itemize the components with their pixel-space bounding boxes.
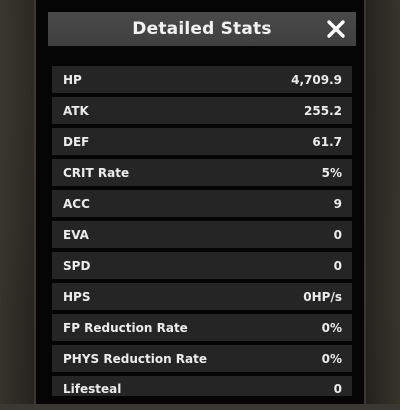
stats-list[interactable]: HP 4,709.9 ATK 255.2 DEF 61.7 CRIT Rate … [52, 66, 352, 400]
stat-value: 0HP/s [303, 289, 342, 304]
stat-value: 255.2 [304, 103, 342, 118]
stat-row-def: DEF 61.7 [52, 128, 352, 155]
stat-label: EVA [63, 227, 89, 242]
close-icon [327, 20, 345, 38]
stat-label: FP Reduction Rate [63, 320, 188, 335]
stat-row-hp: HP 4,709.9 [52, 66, 352, 93]
stat-row-atk: ATK 255.2 [52, 97, 352, 124]
stat-label: HPS [63, 289, 91, 304]
stat-label: HP [63, 72, 82, 87]
stat-value: 0 [333, 227, 342, 242]
stat-label: DEF [63, 134, 90, 149]
dialog-title: Detailed Stats [132, 19, 272, 39]
stat-row-fp-reduction-rate: FP Reduction Rate 0% [52, 314, 352, 341]
stat-label: PHYS Reduction Rate [63, 351, 207, 366]
panel-bottom-edge [0, 404, 400, 410]
stat-value: 9 [333, 196, 342, 211]
stat-row-lifesteal: Lifesteal 0 [52, 376, 352, 396]
stat-value: 0 [333, 382, 342, 396]
stat-row-eva: EVA 0 [52, 221, 352, 248]
stat-value: 5% [321, 165, 342, 180]
stat-label: Lifesteal [63, 382, 122, 396]
close-button[interactable] [322, 15, 350, 43]
stat-row-spd: SPD 0 [52, 252, 352, 279]
stat-label: ACC [63, 196, 90, 211]
dialog-title-bar: Detailed Stats [48, 12, 356, 46]
stat-row-crit-rate: CRIT Rate 5% [52, 159, 352, 186]
stat-value: 0 [333, 258, 342, 273]
stat-value: 0% [321, 351, 342, 366]
stat-value: 61.7 [312, 134, 342, 149]
stat-value: 4,709.9 [291, 72, 342, 87]
detailed-stats-dialog: Detailed Stats HP 4,709.9 ATK 255.2 DEF … [34, 0, 366, 410]
stat-value: 0% [321, 320, 342, 335]
background-left-edge [0, 0, 38, 410]
stat-row-phys-reduction-rate: PHYS Reduction Rate 0% [52, 345, 352, 372]
stat-label: CRIT Rate [63, 165, 130, 180]
stat-row-acc: ACC 9 [52, 190, 352, 217]
stat-row-hps: HPS 0HP/s [52, 283, 352, 310]
stat-label: SPD [63, 258, 91, 273]
stat-label: ATK [63, 103, 89, 118]
background-right-edge [366, 0, 400, 410]
